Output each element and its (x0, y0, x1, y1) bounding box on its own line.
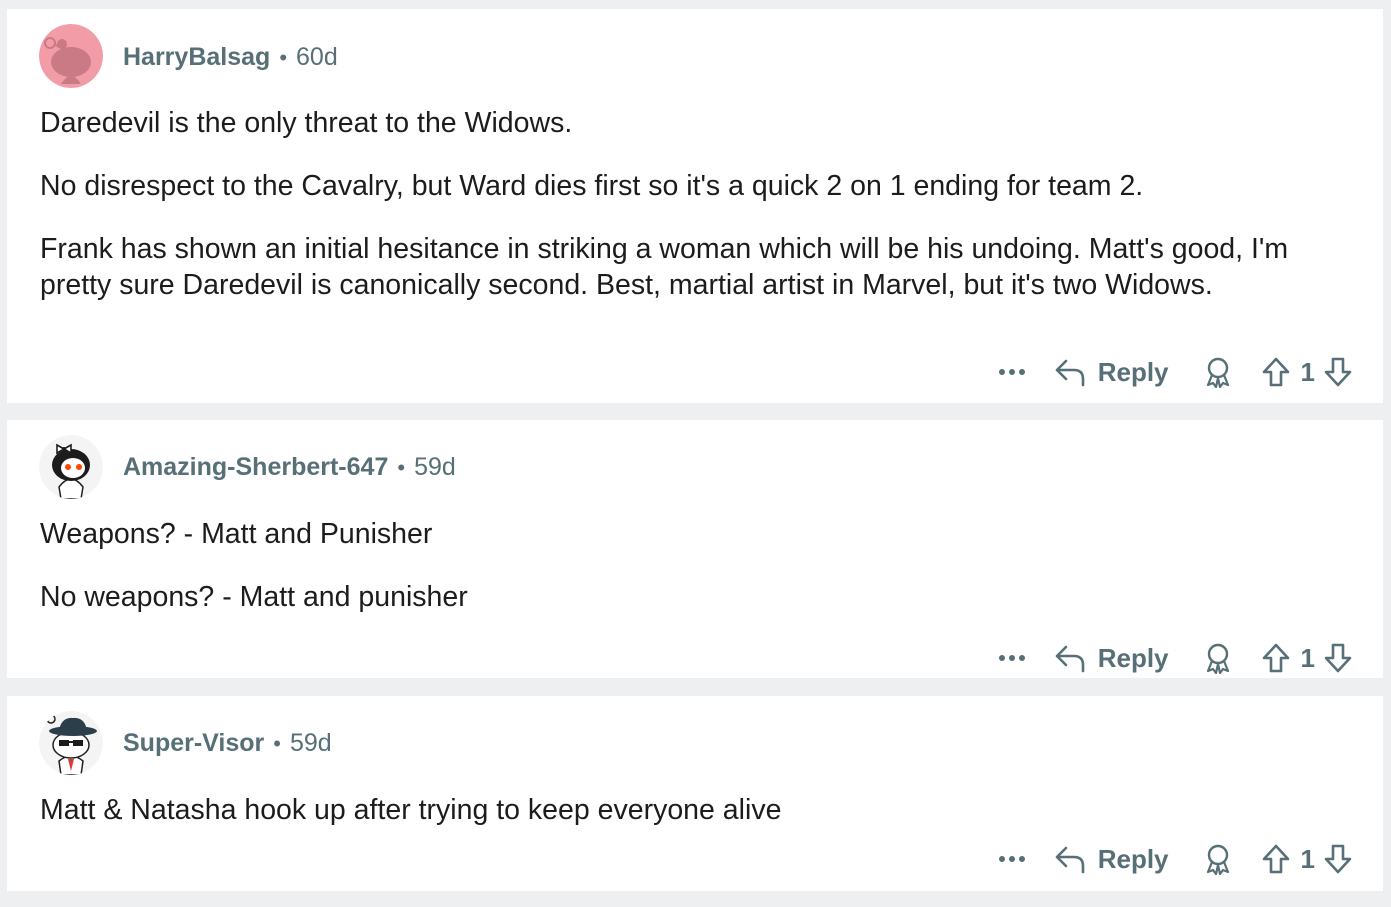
meta-separator: • (273, 731, 281, 756)
reply-arrow-icon (1055, 846, 1085, 874)
award-button[interactable] (1203, 843, 1233, 875)
comment-body: Weapons? - Matt and Punisher No weapons?… (40, 516, 1360, 642)
award-button[interactable] (1203, 642, 1233, 674)
reply-label: Reply (1097, 843, 1169, 874)
comment-age[interactable]: 59d (290, 729, 332, 757)
comment-meta: Amazing-Sherbert-647 • 59d (123, 452, 456, 483)
award-icon (1206, 643, 1229, 674)
comment-paragraph: Matt & Natasha hook up after trying to k… (40, 794, 782, 826)
username-link[interactable]: Super-Visor (123, 729, 264, 757)
comment-age[interactable]: 60d (296, 43, 338, 71)
snoo-avatar-icon (39, 711, 103, 775)
upvote-button[interactable] (1261, 642, 1291, 674)
meta-separator: • (279, 45, 288, 70)
reply-button[interactable]: Reply (1054, 643, 1169, 674)
reply-button[interactable]: Reply (1054, 844, 1169, 875)
award-icon (1206, 357, 1229, 388)
downvote-button[interactable] (1323, 642, 1353, 674)
upvote-button[interactable] (1261, 843, 1291, 875)
comment-actions: Reply 1 (992, 839, 1353, 879)
reply-arrow-icon (1055, 645, 1085, 673)
vote-score: 1 (1300, 642, 1315, 673)
upvote-arrow-icon (1262, 643, 1289, 673)
snoo-avatar-icon (39, 24, 103, 88)
award-icon (1206, 844, 1229, 875)
comment-age[interactable]: 59d (414, 453, 456, 481)
avatar[interactable] (39, 24, 103, 88)
comment-actions: Reply 1 (992, 352, 1353, 392)
comment-meta: HarryBalsag • 60d (123, 42, 338, 73)
downvote-arrow-icon (1324, 643, 1352, 673)
comment-paragraph: No disrespect to the Cavalry, but Ward d… (40, 170, 1144, 202)
avatar[interactable] (39, 435, 103, 499)
reply-arrow-icon (1055, 359, 1085, 387)
comment-actions: Reply 1 (992, 638, 1353, 678)
avatar[interactable] (39, 711, 103, 775)
comment-body: Daredevil is the only threat to the Wido… (40, 105, 1360, 330)
vote-score: 1 (1300, 356, 1315, 387)
upvote-arrow-icon (1262, 357, 1289, 387)
downvote-button[interactable] (1323, 356, 1353, 388)
comment-paragraph: Weapons? - Matt and Punisher (40, 518, 433, 550)
comment-paragraph: Daredevil is the only threat to the Wido… (40, 107, 573, 139)
comment-card: Amazing-Sherbert-647 • 59d Weapons? - Matt… (7, 420, 1383, 678)
comment-card: Super-Visor • 59d Matt & Natasha hook up a… (7, 696, 1383, 891)
reply-button[interactable]: Reply (1054, 357, 1169, 388)
downvote-arrow-icon (1324, 357, 1352, 387)
more-options-icon[interactable] (992, 856, 1032, 862)
more-options-icon[interactable] (992, 655, 1032, 661)
comment-meta: Super-Visor • 59d (123, 728, 332, 759)
snoo-avatar-icon (39, 435, 103, 499)
vote-score: 1 (1300, 843, 1315, 874)
reply-label: Reply (1097, 356, 1169, 387)
comment-paragraph: No weapons? - Matt and punisher (40, 581, 468, 613)
more-options-icon[interactable] (992, 369, 1032, 375)
award-button[interactable] (1203, 356, 1233, 388)
comment-paragraph: Frank has shown an initial hesitance in … (40, 233, 1289, 301)
meta-separator: • (397, 455, 406, 480)
upvote-button[interactable] (1261, 356, 1291, 388)
downvote-arrow-icon (1324, 844, 1352, 874)
username-link[interactable]: HarryBalsag (123, 43, 270, 71)
downvote-button[interactable] (1323, 843, 1353, 875)
reply-label: Reply (1097, 642, 1169, 673)
upvote-arrow-icon (1262, 844, 1289, 874)
username-link[interactable]: Amazing-Sherbert-647 (123, 453, 388, 481)
comment-card: HarryBalsag • 60d Daredevil is the only th… (7, 9, 1383, 403)
